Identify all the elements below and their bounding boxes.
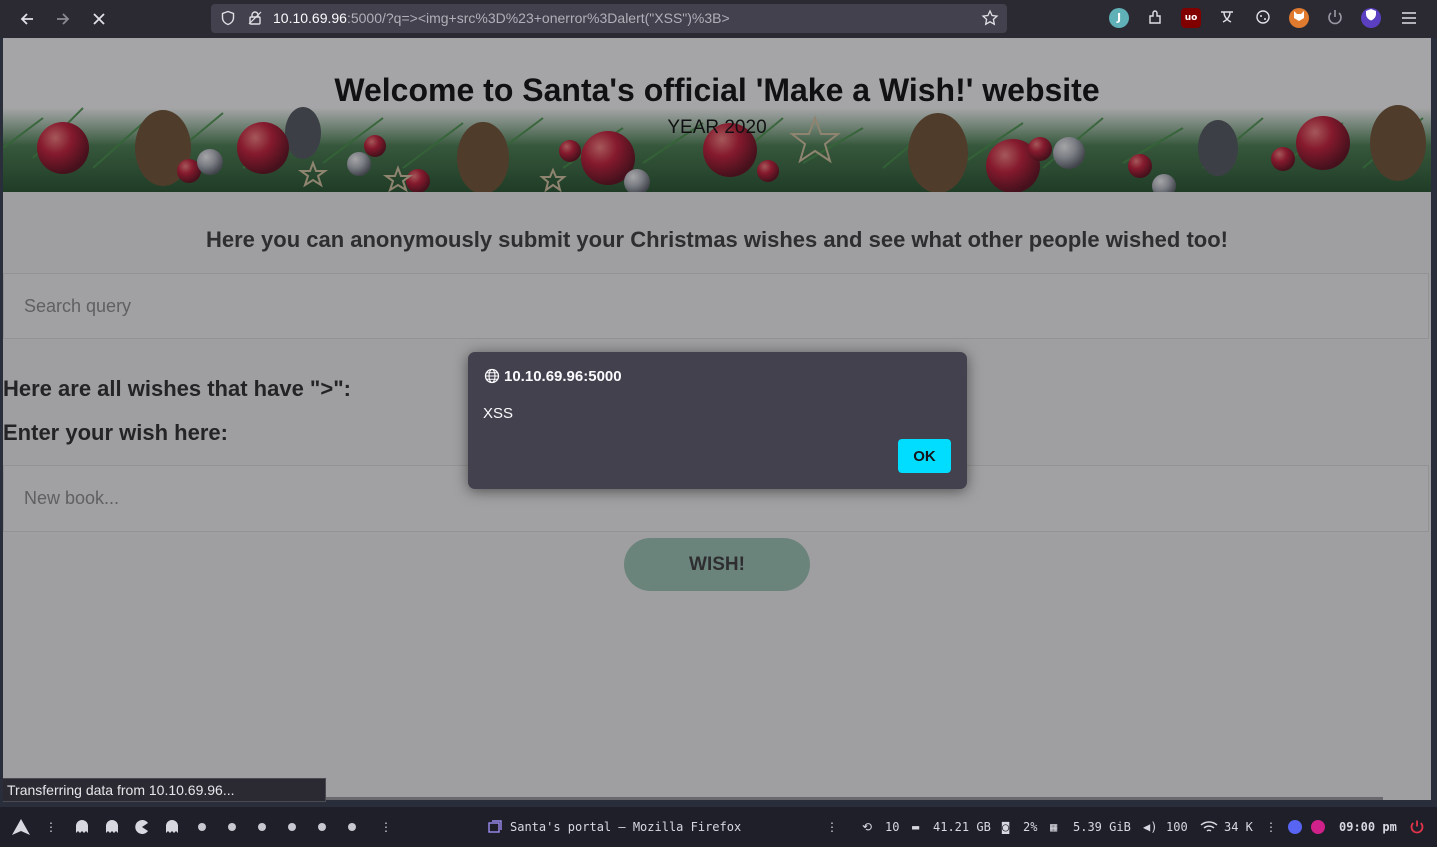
cpu-usage: 2% (1023, 820, 1038, 834)
workspace-indicator[interactable] (348, 823, 356, 831)
window-icon (488, 820, 502, 833)
star-icon[interactable] (981, 9, 999, 27)
lock-icon[interactable] (247, 10, 263, 26)
power-off-icon[interactable] (1409, 819, 1425, 835)
arrow-left-icon (20, 13, 33, 25)
translate-icon[interactable] (1217, 8, 1237, 28)
ok-button[interactable]: OK (898, 439, 951, 473)
updates-count: 10 (885, 820, 900, 834)
power-icon[interactable] (1325, 8, 1345, 28)
account-icon[interactable]: J (1109, 8, 1129, 28)
vertical-dots-icon[interactable]: ⋮ (380, 807, 392, 847)
workspace-indicator[interactable] (228, 823, 236, 831)
vertical-dots-icon[interactable]: ⋮ (1265, 807, 1277, 847)
workspace-indicator[interactable] (198, 823, 206, 831)
url-host: 10.10.69.96 (273, 10, 347, 26)
cookie-icon[interactable] (1253, 8, 1273, 28)
vertical-dots-icon[interactable]: ⋮ (826, 807, 838, 847)
firefox-tray-icon[interactable] (1311, 820, 1325, 834)
disk-usage: 41.21 GB (933, 820, 991, 834)
status-bar: Transferring data from 10.10.69.96... (3, 778, 326, 802)
arch-logo-icon[interactable] (12, 819, 30, 835)
extension-shield-icon[interactable] (1361, 8, 1381, 28)
system-taskbar: ⋮ ⋮ Santa's portal — Mozilla Firefox ⋮ ⟲… (0, 807, 1437, 847)
dialog-origin: 10.10.69.96:5000 (504, 368, 622, 385)
foxy-proxy-icon[interactable] (1289, 8, 1309, 28)
workspace-indicator[interactable] (318, 823, 326, 831)
url-path: :5000/?q=><img+src%3D%23+onerror%3Dalert… (346, 10, 730, 26)
active-window-title[interactable]: Santa's portal — Mozilla Firefox (510, 807, 741, 847)
ublock-icon[interactable]: uo (1181, 8, 1201, 28)
memory-icon: ▦ (1050, 820, 1058, 834)
extensions-icon[interactable] (1145, 8, 1165, 28)
alert-dialog: 10.10.69.96:5000 XSS OK (468, 352, 967, 489)
url-text[interactable]: 10.10.69.96:5000/?q=><img+src%3D%23+oner… (273, 4, 730, 33)
close-icon (93, 13, 105, 25)
pacman-icon[interactable] (135, 820, 149, 834)
discord-icon[interactable] (1288, 820, 1302, 834)
volume-icon[interactable]: ◀) (1143, 807, 1157, 847)
dialog-message: XSS (483, 405, 514, 422)
volume-level: 100 (1166, 820, 1188, 834)
wifi-icon[interactable] (1200, 820, 1218, 834)
ghost-icon[interactable] (165, 820, 179, 834)
shield-icon[interactable] (220, 10, 236, 26)
memory-usage: 5.39 GiB (1073, 820, 1131, 834)
url-bar[interactable]: 10.10.69.96:5000/?q=><img+src%3D%23+oner… (211, 4, 1007, 33)
workspace-indicator[interactable] (258, 823, 266, 831)
back-button[interactable] (13, 5, 41, 33)
disk-icon: ▬ (912, 820, 920, 834)
workspace-indicator[interactable] (288, 823, 296, 831)
ghost-icon[interactable] (75, 820, 89, 834)
browser-toolbar: 10.10.69.96:5000/?q=><img+src%3D%23+oner… (0, 0, 1437, 38)
hamburger-menu-button[interactable] (1398, 6, 1420, 30)
vertical-dots-icon[interactable]: ⋮ (45, 807, 57, 847)
forward-button[interactable] (49, 5, 77, 33)
updates-icon: ⟲ (862, 820, 873, 834)
clock: 09:00 pm (1339, 820, 1397, 834)
stop-button[interactable] (85, 5, 113, 33)
arrow-right-icon (57, 13, 70, 25)
ghost-icon[interactable] (105, 820, 119, 834)
cpu-icon: ◙ (1002, 820, 1010, 834)
menu-icon (1402, 12, 1416, 24)
globe-icon (484, 368, 500, 384)
network-speed: 34 K (1224, 820, 1253, 834)
